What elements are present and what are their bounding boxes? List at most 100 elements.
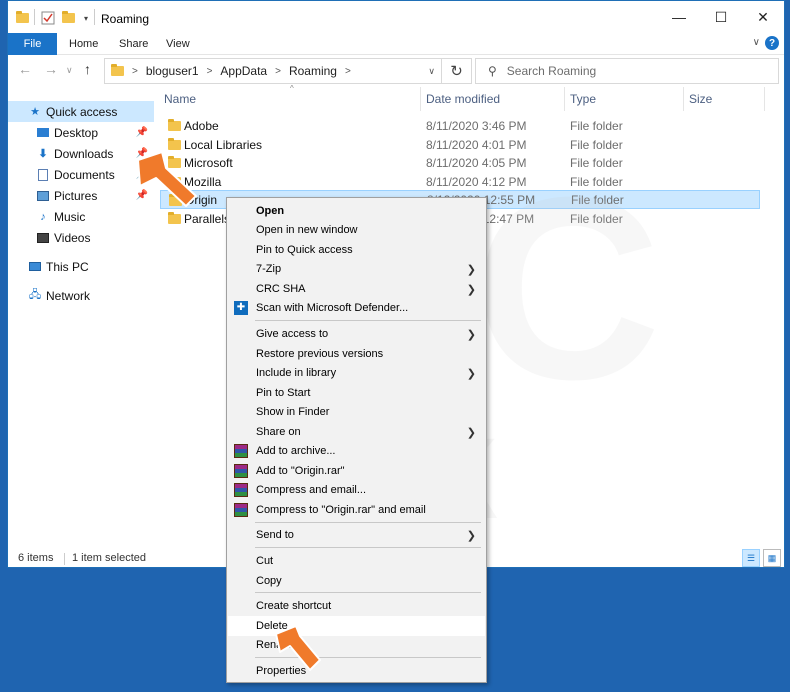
menu-item-rename[interactable]: Rename xyxy=(228,635,485,655)
menu-item-label: Scan with Microsoft Defender... xyxy=(256,302,409,314)
menu-item-7zip[interactable]: 7-Zip ❯ xyxy=(228,259,485,279)
menu-item-add-origin-rar[interactable]: Add to "Origin.rar" xyxy=(228,461,485,481)
column-divider[interactable] xyxy=(564,87,565,111)
close-button[interactable]: ✕ xyxy=(740,1,786,33)
tab-file[interactable]: File xyxy=(8,33,57,55)
sidebar-item-downloads[interactable]: ⬇ Downloads 📌 xyxy=(8,143,154,164)
column-divider[interactable] xyxy=(764,87,765,111)
table-row[interactable]: Microsoft 8/11/2020 4:05 PM File folder xyxy=(160,153,760,172)
menu-item-compress-origin-email[interactable]: Compress to "Origin.rar" and email xyxy=(228,500,485,520)
menu-item-share-on[interactable]: Share on ❯ xyxy=(228,422,485,442)
menu-item-label: Compress to "Origin.rar" and email xyxy=(256,504,426,516)
menu-item-restore-versions[interactable]: Restore previous versions xyxy=(228,344,485,364)
winrar-icon xyxy=(234,464,248,478)
menu-item-compress-email[interactable]: Compress and email... xyxy=(228,480,485,500)
menu-item-delete[interactable]: Delete xyxy=(228,616,485,636)
up-icon[interactable]: ↑ xyxy=(84,61,91,77)
menu-item-give-access[interactable]: Give access to ❯ xyxy=(228,324,485,344)
details-view-icon[interactable]: ☰ xyxy=(742,549,760,567)
chevron-right-icon[interactable]: > xyxy=(132,66,138,77)
expand-ribbon-icon[interactable]: ∨ xyxy=(753,37,760,48)
chevron-right-icon: ❯ xyxy=(466,328,476,341)
file-type: File folder xyxy=(570,137,623,152)
music-icon: ♪ xyxy=(40,210,46,223)
breadcrumb-bloguser1[interactable]: bloguser1 xyxy=(146,64,199,78)
tab-view[interactable]: View xyxy=(166,38,190,50)
recent-locations-icon[interactable]: ∨ xyxy=(66,65,73,76)
sidebar-item-music[interactable]: ♪ Music xyxy=(8,206,154,227)
maximize-button[interactable]: ☐ xyxy=(698,1,744,33)
menu-item-open-new-window[interactable]: Open in new window xyxy=(228,220,485,240)
sidebar-item-label: Downloads xyxy=(54,146,114,161)
large-icons-view-icon[interactable]: ▦ xyxy=(763,549,781,567)
menu-item-copy[interactable]: Copy xyxy=(228,571,485,591)
column-date-modified[interactable]: Date modified xyxy=(426,92,500,106)
sidebar-item-documents[interactable]: Documents 📌 xyxy=(8,164,154,185)
forward-icon[interactable]: → xyxy=(44,61,58,77)
refresh-button[interactable]: ↻ xyxy=(442,58,472,84)
chevron-right-icon[interactable]: > xyxy=(345,66,351,77)
pin-icon[interactable]: 📌 xyxy=(136,127,148,138)
table-row[interactable]: Local Libraries 8/11/2020 4:01 PM File f… xyxy=(160,135,760,154)
menu-item-open[interactable]: Open xyxy=(228,201,485,221)
menu-separator xyxy=(255,547,481,548)
folder-icon xyxy=(168,212,181,224)
column-name[interactable]: Name xyxy=(164,92,196,106)
pin-icon[interactable]: 📌 xyxy=(136,190,148,201)
menu-item-show-finder[interactable]: Show in Finder xyxy=(228,402,485,422)
sidebar-item-videos[interactable]: Videos xyxy=(8,227,154,248)
divider xyxy=(34,9,35,25)
search-input[interactable]: ⚲ Search Roaming xyxy=(475,58,779,84)
menu-item-crc-sha[interactable]: CRC SHA ❯ xyxy=(228,279,485,299)
divider xyxy=(64,553,65,565)
minimize-button[interactable]: — xyxy=(656,1,702,33)
menu-item-pin-quick-access[interactable]: Pin to Quick access xyxy=(228,240,485,260)
sidebar-item-pictures[interactable]: Pictures 📌 xyxy=(8,185,154,206)
chevron-right-icon[interactable]: > xyxy=(275,66,281,77)
chevron-right-icon: ❯ xyxy=(466,426,476,439)
file-type: File folder xyxy=(571,192,624,207)
menu-item-send-to[interactable]: Send to ❯ xyxy=(228,525,485,545)
menu-item-pin-start[interactable]: Pin to Start xyxy=(228,383,485,403)
pin-icon[interactable]: 📌 xyxy=(136,148,148,159)
folder-icon xyxy=(168,156,181,168)
new-folder-icon[interactable] xyxy=(60,10,76,26)
chevron-right-icon[interactable]: > xyxy=(207,66,213,77)
column-size[interactable]: Size xyxy=(689,92,712,106)
menu-item-label: Compress and email... xyxy=(256,484,367,496)
menu-item-create-shortcut[interactable]: Create shortcut xyxy=(228,596,485,616)
menu-item-label: Include in library xyxy=(256,367,337,379)
menu-item-add-archive[interactable]: Add to archive... xyxy=(228,441,485,461)
help-icon[interactable]: ? xyxy=(765,36,779,50)
table-row[interactable]: Mozilla 8/11/2020 4:12 PM File folder xyxy=(160,172,760,191)
sidebar-item-network[interactable]: 🖧 Network xyxy=(8,285,154,306)
title-bar: ▾ Roaming — ☐ ✕ xyxy=(8,1,784,33)
back-icon[interactable]: ← xyxy=(18,61,32,77)
address-dropdown-icon[interactable]: ∨ xyxy=(428,66,435,77)
sidebar-item-this-pc[interactable]: This PC xyxy=(8,256,154,277)
address-bar[interactable]: > bloguser1 > AppData > Roaming > ∨ xyxy=(104,58,442,84)
tab-home[interactable]: Home xyxy=(69,38,98,50)
status-selection: 1 item selected xyxy=(72,552,146,564)
window-title: Roaming xyxy=(101,12,150,26)
breadcrumb-appdata[interactable]: AppData xyxy=(220,64,267,78)
column-divider[interactable] xyxy=(683,87,684,111)
properties-icon[interactable] xyxy=(40,10,56,26)
refresh-icon: ↻ xyxy=(450,63,463,80)
sidebar-item-quick-access[interactable]: ★ Quick access xyxy=(8,101,154,122)
column-type[interactable]: Type xyxy=(570,92,596,106)
sidebar-item-desktop[interactable]: Desktop 📌 xyxy=(8,122,154,143)
menu-item-properties[interactable]: Properties xyxy=(228,661,485,681)
pin-icon[interactable]: 📌 xyxy=(136,169,148,180)
menu-item-label: 7-Zip xyxy=(256,263,282,275)
file-date: 8/11/2020 4:01 PM xyxy=(426,137,527,152)
menu-item-scan-defender[interactable]: ✚ Scan with Microsoft Defender... xyxy=(228,298,485,318)
tab-share[interactable]: Share xyxy=(119,38,148,50)
table-row[interactable]: Adobe 8/11/2020 3:46 PM File folder xyxy=(160,116,760,135)
menu-item-include-library[interactable]: Include in library ❯ xyxy=(228,363,485,383)
breadcrumb-roaming[interactable]: Roaming xyxy=(289,64,337,78)
customize-toolbar-icon[interactable]: ▾ xyxy=(78,10,94,26)
chevron-right-icon: ❯ xyxy=(466,367,476,380)
menu-item-cut[interactable]: Cut xyxy=(228,551,485,571)
column-divider[interactable] xyxy=(420,87,421,111)
